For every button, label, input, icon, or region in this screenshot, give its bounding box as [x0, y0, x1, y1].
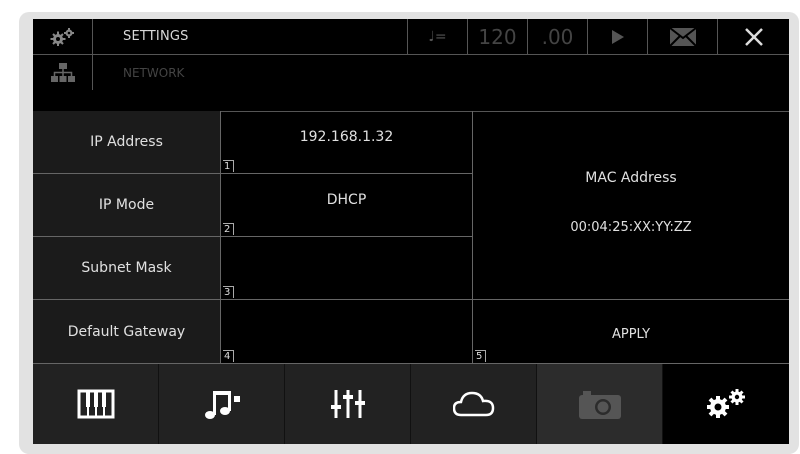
- tempo-decimal: .00: [541, 24, 574, 49]
- ip-mode-value: DHCP: [326, 192, 367, 208]
- dock-cloud-button[interactable]: [411, 364, 537, 444]
- field-index-badge: 1: [223, 160, 235, 172]
- default-gateway-label: Default Gateway: [33, 300, 221, 364]
- subnet-mask-field[interactable]: 3: [221, 237, 473, 300]
- settings-gears-icon: [707, 389, 745, 418]
- subnet-mask-label: Subnet Mask: [33, 237, 221, 300]
- tempo-value: 120: [478, 24, 517, 49]
- section-title-cell: NETWORK: [93, 55, 293, 90]
- mac-address-label: MAC Address: [585, 169, 677, 186]
- play-button[interactable]: [588, 19, 648, 54]
- dock-mixer-button[interactable]: [285, 364, 411, 444]
- close-icon: [744, 27, 763, 46]
- gear-icon-cell[interactable]: [33, 19, 93, 54]
- default-gateway-field[interactable]: 4: [221, 300, 473, 364]
- ip-mode-label-text: IP Mode: [98, 197, 155, 213]
- tempo-decimal-cell[interactable]: .00: [528, 19, 588, 54]
- gears-icon: [50, 27, 74, 46]
- field-index-badge: 4: [223, 350, 235, 362]
- piano-keys-icon: [77, 389, 114, 419]
- tempo-symbol-cell[interactable]: ♩=: [408, 19, 468, 54]
- field-index-badge: 3: [223, 286, 235, 298]
- ip-mode-field[interactable]: DHCP 2: [221, 174, 473, 237]
- ip-address-label-text: IP Address: [90, 134, 163, 150]
- cloud-icon: [452, 391, 494, 417]
- camera-icon: [578, 391, 621, 419]
- header-bar: SETTINGS ♩= 120 .00: [33, 19, 789, 55]
- bottom-dock: [33, 364, 789, 444]
- mail-button[interactable]: [648, 19, 718, 54]
- play-icon: [611, 29, 624, 44]
- close-button[interactable]: [718, 19, 789, 54]
- ip-address-value: 192.168.1.32: [299, 129, 394, 145]
- mac-address-value: 00:04:25:XX:YY:ZZ: [570, 219, 692, 235]
- field-index-badge: 2: [223, 223, 235, 235]
- section-title: NETWORK: [123, 65, 185, 80]
- mac-address-panel: MAC Address 00:04:25:XX:YY:ZZ: [473, 111, 789, 300]
- music-notes-icon: [204, 391, 240, 419]
- network-icon-cell[interactable]: [33, 55, 93, 90]
- tempo-symbol: ♩=: [428, 28, 447, 45]
- network-icon: [50, 62, 75, 82]
- apply-button[interactable]: APPLY 5: [473, 300, 789, 364]
- ip-address-label: IP Address: [33, 111, 221, 174]
- apply-index-badge: 5: [475, 350, 487, 362]
- ip-address-field[interactable]: 192.168.1.32 1: [221, 111, 473, 174]
- mail-icon: [668, 26, 697, 47]
- screen: SETTINGS ♩= 120 .00 NETWORK IP Address 1…: [33, 19, 789, 444]
- apply-label: APPLY: [611, 327, 651, 342]
- default-gateway-label-text: Default Gateway: [67, 323, 186, 340]
- subheader-bar: NETWORK: [33, 55, 789, 112]
- tempo-value-cell[interactable]: 120: [468, 19, 528, 54]
- ip-mode-label: IP Mode: [33, 174, 221, 237]
- dock-settings-button[interactable]: [663, 364, 789, 444]
- page-title: SETTINGS: [123, 29, 189, 44]
- dock-keyboard-button[interactable]: [33, 364, 159, 444]
- dock-camera-button[interactable]: [537, 364, 663, 444]
- subnet-mask-label-text: Subnet Mask: [81, 260, 172, 276]
- dock-music-button[interactable]: [159, 364, 285, 444]
- mixer-sliders-icon: [330, 390, 365, 418]
- page-title-cell: SETTINGS: [93, 19, 408, 54]
